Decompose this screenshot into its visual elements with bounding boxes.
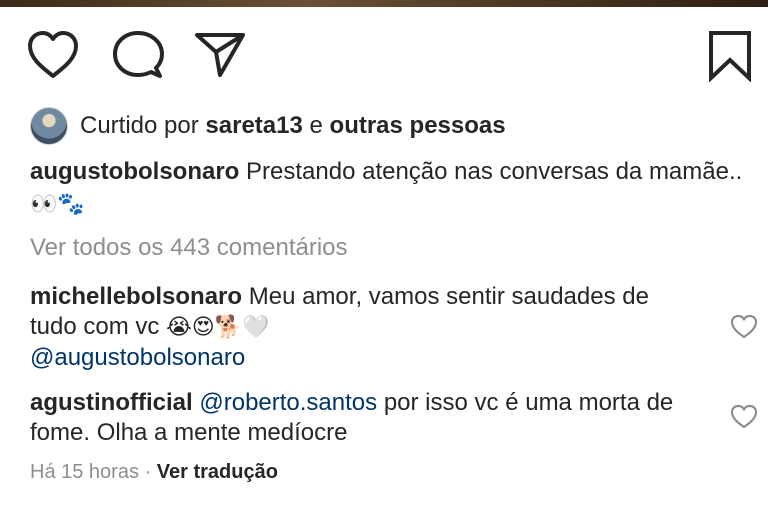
comment-username[interactable]: agustinofficial bbox=[30, 389, 193, 416]
post-image-edge bbox=[0, 0, 768, 7]
comment-like-heart-icon[interactable] bbox=[730, 404, 758, 430]
comment-mention[interactable]: @roberto.santos bbox=[199, 389, 377, 416]
likes-summary[interactable]: Curtido por sareta13 e outras pessoas bbox=[80, 111, 506, 141]
caption-text: Prestando atenção nas conversas da mamãe… bbox=[246, 158, 743, 185]
comment-like-heart-icon[interactable] bbox=[730, 314, 758, 340]
likes-prefix: Curtido por bbox=[80, 112, 199, 139]
likes-joiner: e bbox=[309, 112, 323, 139]
footer-separator: · bbox=[144, 461, 152, 483]
paper-plane-icon[interactable] bbox=[194, 30, 246, 80]
see-translation-link[interactable]: Ver tradução bbox=[157, 461, 278, 483]
liker-avatar[interactable] bbox=[30, 107, 68, 145]
comment-bubble-icon[interactable] bbox=[112, 30, 164, 80]
comment-item: michellebolsonaro Meu amor, vamos sentir… bbox=[30, 282, 700, 373]
likes-row[interactable]: Curtido por sareta13 e outras pessoas bbox=[30, 106, 506, 146]
comment-item: agustinofficial @roberto.santos por isso… bbox=[30, 388, 700, 448]
liker-username[interactable]: sareta13 bbox=[205, 112, 302, 139]
post-timestamp: Há 15 horas bbox=[30, 461, 139, 483]
bookmark-icon[interactable] bbox=[706, 30, 754, 82]
caption-username[interactable]: augustobolsonaro bbox=[30, 158, 239, 185]
post-footer: Há 15 horas · Ver tradução bbox=[30, 458, 278, 486]
post-caption: augustobolsonaro Prestando atenção nas c… bbox=[30, 156, 750, 221]
comment-username[interactable]: michellebolsonaro bbox=[30, 283, 242, 310]
heart-icon[interactable] bbox=[26, 30, 80, 80]
likes-others[interactable]: outras pessoas bbox=[330, 112, 506, 139]
comment-mention[interactable]: @augustobolsonaro bbox=[30, 344, 245, 371]
comment-emojis: 😭😍🐕🤍 bbox=[166, 315, 270, 340]
caption-emojis: 👀🐾 bbox=[30, 192, 85, 217]
view-all-comments-link[interactable]: Ver todos os 443 comentários bbox=[30, 232, 348, 264]
